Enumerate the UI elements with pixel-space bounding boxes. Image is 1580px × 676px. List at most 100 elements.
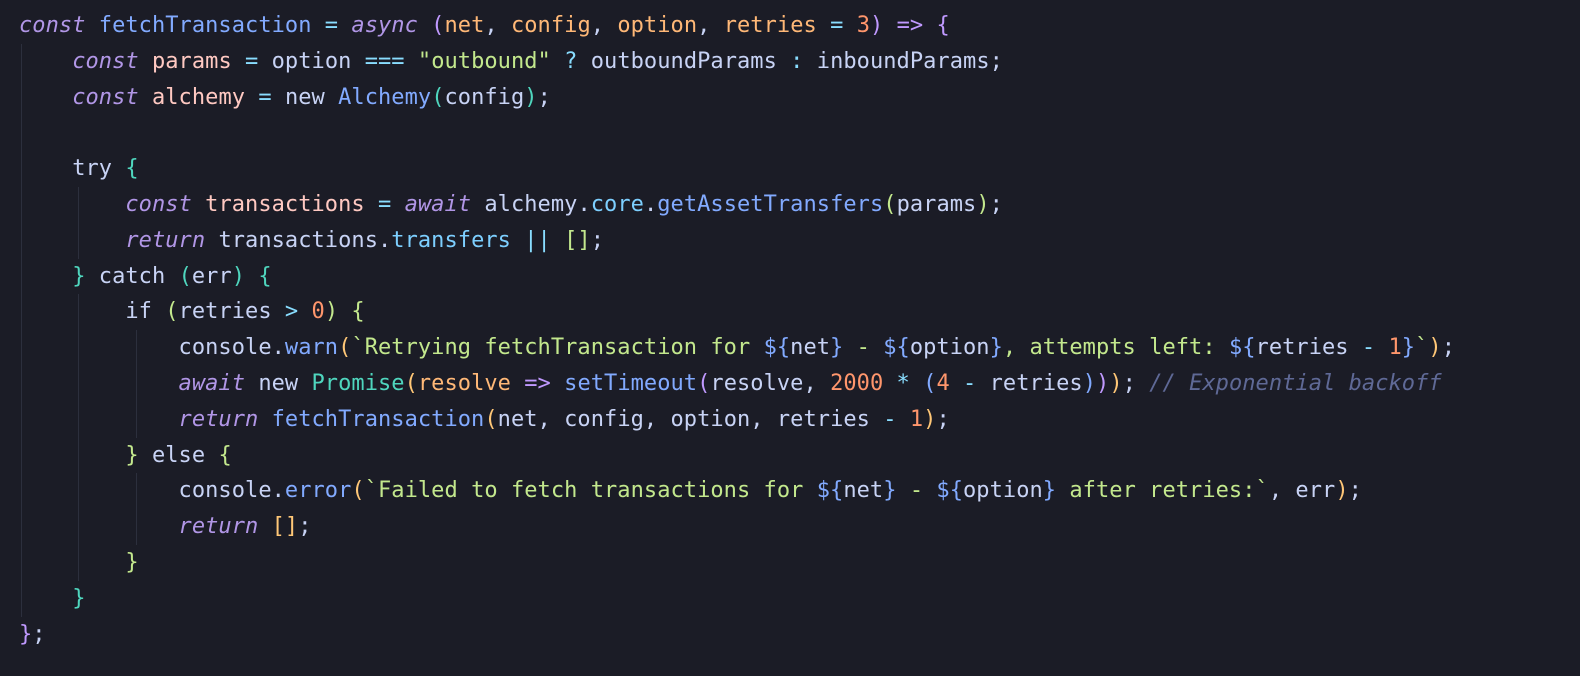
code-token: ; [537,84,551,110]
code-token: `Retrying fetchTransaction for [351,335,764,361]
code-token: ( [697,371,711,396]
code-token: new [245,371,299,396]
code-line[interactable]: const transactions = await alchemy.core.… [19,187,1003,223]
code-token: ) [524,84,538,110]
code-token: { [245,263,272,289]
code-token: , [590,13,618,38]
code-token: ( [338,335,352,361]
code-token: transactions [191,192,365,217]
code-token: ; [590,227,605,253]
code-token: ${ [763,335,791,361]
code-token: ) [324,299,339,325]
code-token: err [191,263,232,289]
code-token: new [284,84,325,110]
code-token: resolve [417,371,511,396]
code-token: , [643,406,671,432]
code-token: else [138,442,206,468]
code-token: } [72,585,86,611]
code-token: // Exponential backoff [1135,371,1442,396]
code-token: = [364,192,405,217]
code-token: ( [178,263,192,289]
code-token: = [816,13,857,38]
code-token: resolve [710,371,804,396]
code-token: ( [404,371,418,396]
code-token: } [72,263,86,289]
code-line[interactable]: console.error(`Failed to fetch transacti… [19,473,1362,509]
code-line[interactable]: await new Promise(resolve => setTimeout(… [19,366,1442,402]
code-token: , attempts left: [1002,335,1229,361]
code-token: } [125,550,139,575]
code-token: , [484,13,511,38]
code-line[interactable]: const params = option === "outbound" ? o… [19,44,1003,80]
code-token: ) [976,192,990,217]
code-token: params [896,192,977,217]
code-token: ` [1415,335,1429,361]
code-line[interactable]: if (retries > 0) { [19,294,365,330]
code-token: 4 [936,371,950,396]
code-token: return [178,406,259,432]
code-line[interactable]: console.warn(`Retrying fetchTransaction … [19,330,1455,366]
code-token: ( [923,371,937,396]
code-token: , [750,406,777,432]
code-token: } [19,621,33,647]
code-token: config [564,406,644,432]
code-token: ( [431,84,445,110]
code-token: ) [231,263,246,289]
code-token: option [271,48,352,74]
code-token: - [949,371,990,396]
code-token: ( [351,478,365,504]
code-token: => [883,13,937,38]
code-token: Promise [298,371,405,396]
code-token: option [617,13,698,38]
code-line[interactable]: } else { [19,438,232,474]
code-token: const [19,13,86,38]
code-token: console [178,478,272,504]
code-token: : [776,48,817,74]
code-token: } [125,442,139,468]
code-token: const [72,48,139,74]
code-token: } [830,335,844,361]
code-token: 1 [909,406,924,432]
code-token: try [72,156,113,182]
code-token: - [1348,335,1389,361]
code-line[interactable]: } [19,581,85,617]
code-token: 1 [1388,335,1402,361]
code-line[interactable]: }; [19,617,46,653]
code-token: === [351,48,418,74]
code-line[interactable]: return fetchTransaction(net, config, opt… [19,402,950,438]
code-editor[interactable]: const fetchTransaction = async (net, con… [0,0,1580,676]
code-token: ) [1096,371,1110,396]
code-line[interactable]: try { [19,151,139,187]
code-line[interactable]: return []; [19,509,312,545]
code-token: ; [936,406,950,432]
code-token: ${ [936,478,964,504]
code-token: ; [298,514,312,540]
code-line[interactable]: return transactions.transfers || []; [19,223,604,259]
code-token: await [178,371,246,396]
code-line[interactable]: const fetchTransaction = async (net, con… [19,8,950,44]
code-line[interactable]: } catch (err) { [19,259,272,295]
code-token: . [271,335,285,361]
code-token: ; [989,192,1003,217]
code-token: setTimeout [564,371,698,396]
code-line[interactable]: const alchemy = new Alchemy(config); [19,80,551,116]
code-token: const [72,84,139,110]
code-token: retries [989,371,1083,396]
code-token: err [1295,478,1336,504]
code-token: { [936,13,950,38]
code-token: , [803,371,831,396]
code-token: return [125,227,206,253]
code-token: `Failed to fetch transactions for [364,478,817,504]
code-token: "outbound" [417,48,551,74]
code-token: ${ [816,478,844,504]
code-token: alchemy [471,192,578,217]
code-line[interactable]: } [19,545,139,581]
